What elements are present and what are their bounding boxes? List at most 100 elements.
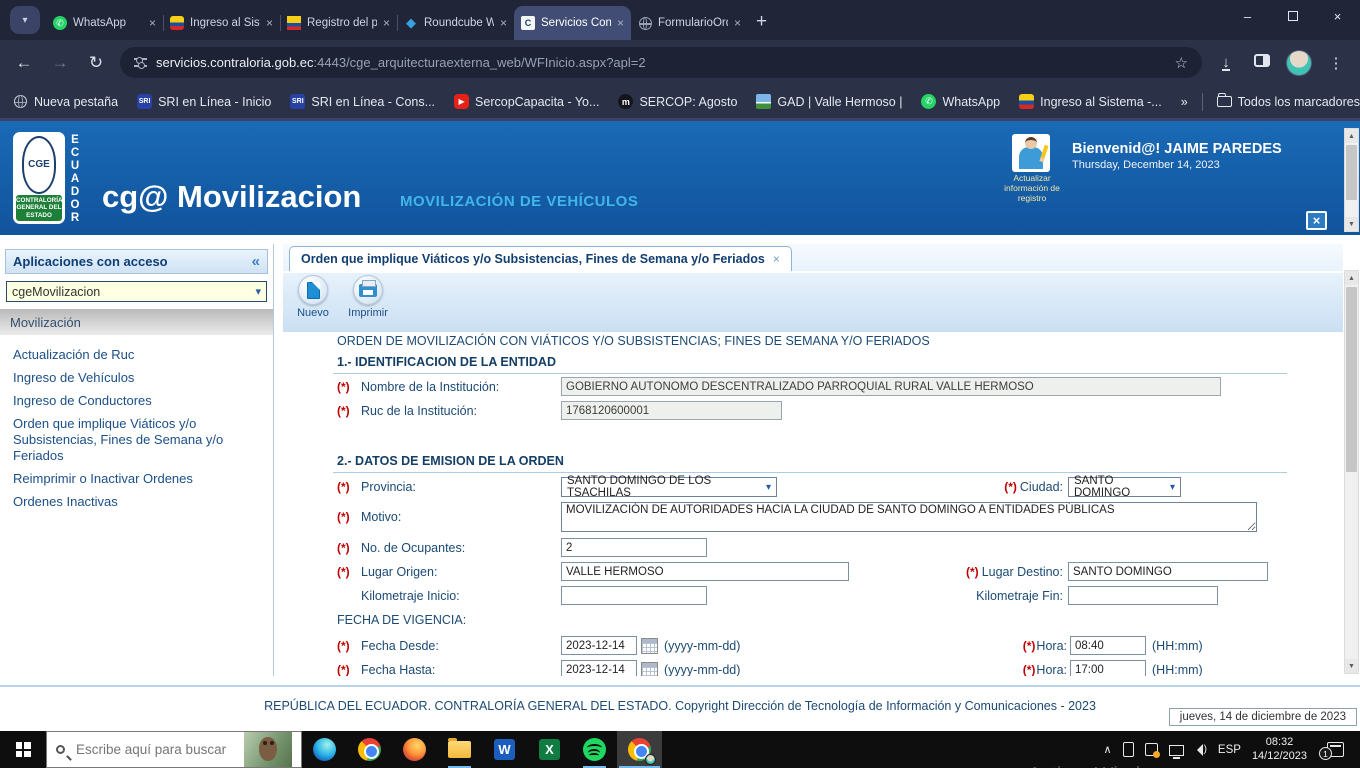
bookmarks-overflow-button[interactable]: » [1181, 95, 1188, 109]
site-settings-icon[interactable] [134, 56, 147, 69]
forward-button[interactable]: → [48, 53, 72, 73]
roundcube-icon: ◆ [406, 15, 416, 30]
start-button[interactable] [0, 731, 46, 768]
ciudad-select[interactable]: SANTO DOMINGO ▾ [1068, 475, 1181, 499]
application-select[interactable]: cgeMovilizacion ▾ [6, 281, 267, 302]
reload-button[interactable]: ↻ [84, 53, 108, 73]
calendar-icon[interactable] [641, 661, 658, 676]
sidebar-item-actualizacion-ruc[interactable]: Actualización de Ruc [13, 347, 263, 363]
kilometraje-fin-input[interactable] [1068, 586, 1218, 605]
content-scrollbar[interactable]: ▲ ▼ [1344, 270, 1359, 674]
fecha-hasta-input[interactable] [561, 660, 637, 676]
tab-close-icon[interactable]: × [149, 16, 156, 30]
browser-tab-formulario[interactable]: FormularioOrdenMov × [631, 6, 748, 40]
taskbar-explorer-button[interactable] [437, 731, 482, 768]
side-panel-button[interactable] [1250, 54, 1274, 71]
phone-link-icon[interactable] [1122, 742, 1134, 757]
taskbar-clock[interactable]: 08:32 14/12/2023 [1252, 736, 1307, 763]
collapse-sidebar-icon[interactable]: « [252, 253, 260, 270]
content-tab-orden[interactable]: Orden que implique Viáticos y/o Subsiste… [289, 246, 792, 271]
scroll-up-icon[interactable]: ▲ [1345, 271, 1358, 285]
notification-center-button[interactable]: 1 [1318, 742, 1352, 760]
update-registration-link[interactable]: Actualizar información de registro [996, 173, 1068, 203]
scroll-up-icon[interactable]: ▲ [1345, 129, 1358, 143]
tab-search-button[interactable]: ▾ [10, 6, 40, 34]
tab-close-icon[interactable]: × [266, 16, 273, 30]
scrollbar-thumb[interactable] [1346, 287, 1357, 472]
lugar-destino-input[interactable] [1068, 562, 1268, 581]
back-button[interactable]: ← [12, 53, 36, 73]
taskbar-firefox-button[interactable] [392, 731, 437, 768]
scroll-down-icon[interactable]: ▼ [1345, 659, 1358, 673]
browser-tab-roundcube[interactable]: ◆ Roundcube Webmail × [397, 6, 514, 40]
motivo-textarea[interactable]: MOVILIZACIÓN DE AUTORIDADES HACIA LA CIU… [561, 502, 1257, 532]
taskbar-excel-button[interactable]: X [527, 731, 572, 768]
url-text[interactable]: servicios.contraloria.gob.ec:4443/cge_ar… [156, 55, 646, 70]
scroll-down-icon[interactable]: ▼ [1345, 217, 1358, 231]
sidebar-item-orden-viaticos[interactable]: Orden que implique Viáticos y/o Subsiste… [13, 416, 263, 464]
fecha-desde-input[interactable] [561, 636, 637, 655]
browser-tab-ingreso[interactable]: Ingreso al Sistema - C × [163, 6, 280, 40]
browser-tab-servicios-active[interactable]: C Servicios Contraloría × [514, 6, 631, 40]
bookmark-sercop-agosto[interactable]: m SERCOP: Agosto [618, 94, 737, 109]
scrollbar-thumb[interactable] [1346, 145, 1357, 200]
taskbar-chrome-button[interactable] [347, 731, 392, 768]
bookmark-nueva-pestana[interactable]: Nueva pestaña [13, 94, 118, 109]
all-bookmarks-button[interactable]: Todos los marcadores [1216, 93, 1360, 109]
sidebar-item-ordenes-inactivas[interactable]: Ordenes Inactivas [13, 494, 263, 510]
close-window-button[interactable]: × [1315, 0, 1360, 32]
sidebar-item-reimprimir-inactivar[interactable]: Reimprimir o Inactivar Ordenes [13, 471, 263, 487]
bookmark-sri-inicio[interactable]: SRI SRI en Línea - Inicio [137, 94, 271, 109]
hora-hasta-input[interactable] [1070, 660, 1146, 676]
tab-close-icon[interactable]: × [617, 16, 624, 30]
taskbar-edge-button[interactable] [302, 731, 347, 768]
tab-close-icon[interactable]: × [500, 16, 507, 30]
bookmark-sercopcapacita[interactable]: ▶ SercopCapacita - Yo... [454, 94, 599, 109]
hora-desde-input[interactable] [1070, 636, 1146, 655]
new-tab-button[interactable]: + [756, 11, 767, 33]
profile-avatar[interactable] [1286, 49, 1312, 76]
taskbar-spotify-button[interactable] [572, 731, 617, 768]
maximize-button[interactable] [1270, 0, 1315, 32]
nombre-institucion-input[interactable] [561, 377, 1221, 396]
sync-status-icon[interactable] [1144, 743, 1160, 758]
print-button[interactable]: Imprimir [345, 275, 391, 319]
bookmark-ingreso-sistema[interactable]: Ingreso al Sistema -... [1019, 94, 1162, 109]
youtube-icon: ▶ [454, 94, 470, 109]
tray-expand-icon[interactable]: ∧ [1104, 743, 1112, 756]
language-indicator[interactable]: ESP [1218, 744, 1241, 756]
minimize-button[interactable]: – [1225, 0, 1270, 32]
browser-tab-registro[interactable]: Registro del pago de × [280, 6, 397, 40]
search-highlight-image[interactable] [244, 732, 292, 767]
calendar-icon[interactable] [641, 637, 658, 654]
address-bar[interactable]: servicios.contraloria.gob.ec:4443/cge_ar… [120, 47, 1202, 78]
kilometraje-inicio-input[interactable] [561, 586, 707, 605]
speaker-icon[interactable]: ) [1195, 743, 1207, 756]
tab-close-icon[interactable]: × [734, 16, 741, 30]
new-button[interactable]: Nuevo [290, 275, 336, 319]
network-icon[interactable] [1168, 745, 1184, 759]
bookmark-sri-consultas[interactable]: SRI SRI en Línea - Cons... [290, 94, 435, 109]
user-avatar[interactable] [1012, 134, 1050, 172]
browser-menu-button[interactable]: ⋮ [1324, 54, 1348, 72]
browser-tab-whatsapp[interactable]: ✆ WhatsApp × [46, 6, 163, 40]
taskbar-chrome-active-button[interactable] [617, 731, 662, 768]
logout-close-button[interactable]: × [1306, 211, 1327, 230]
sidebar-item-ingreso-conductores[interactable]: Ingreso de Conductores [13, 393, 263, 409]
bookmark-star-icon[interactable]: ☆ [1175, 54, 1188, 72]
lugar-origen-input[interactable] [561, 562, 849, 581]
gad-icon [756, 94, 772, 109]
header-scrollbar[interactable]: ▲ ▼ [1344, 128, 1359, 232]
provincia-select[interactable]: SANTO DOMINGO DE LOS TSACHILAS ▾ [561, 475, 777, 499]
sidebar-item-ingreso-vehiculos[interactable]: Ingreso de Vehículos [13, 370, 263, 386]
taskbar-word-button[interactable]: W [482, 731, 527, 768]
bookmark-whatsapp[interactable]: ✆ WhatsApp [921, 94, 1000, 109]
taskbar-search[interactable] [46, 731, 302, 768]
content-tab-close-icon[interactable]: × [773, 252, 780, 266]
ocupantes-input[interactable] [561, 538, 707, 557]
bookmark-gad-valle-hermoso[interactable]: GAD | Valle Hermoso | [756, 94, 902, 109]
taskbar-search-input[interactable] [74, 741, 235, 758]
ruc-institucion-input[interactable] [561, 401, 782, 420]
tab-close-icon[interactable]: × [383, 16, 390, 30]
downloads-button[interactable]: ↓ [1214, 54, 1238, 71]
